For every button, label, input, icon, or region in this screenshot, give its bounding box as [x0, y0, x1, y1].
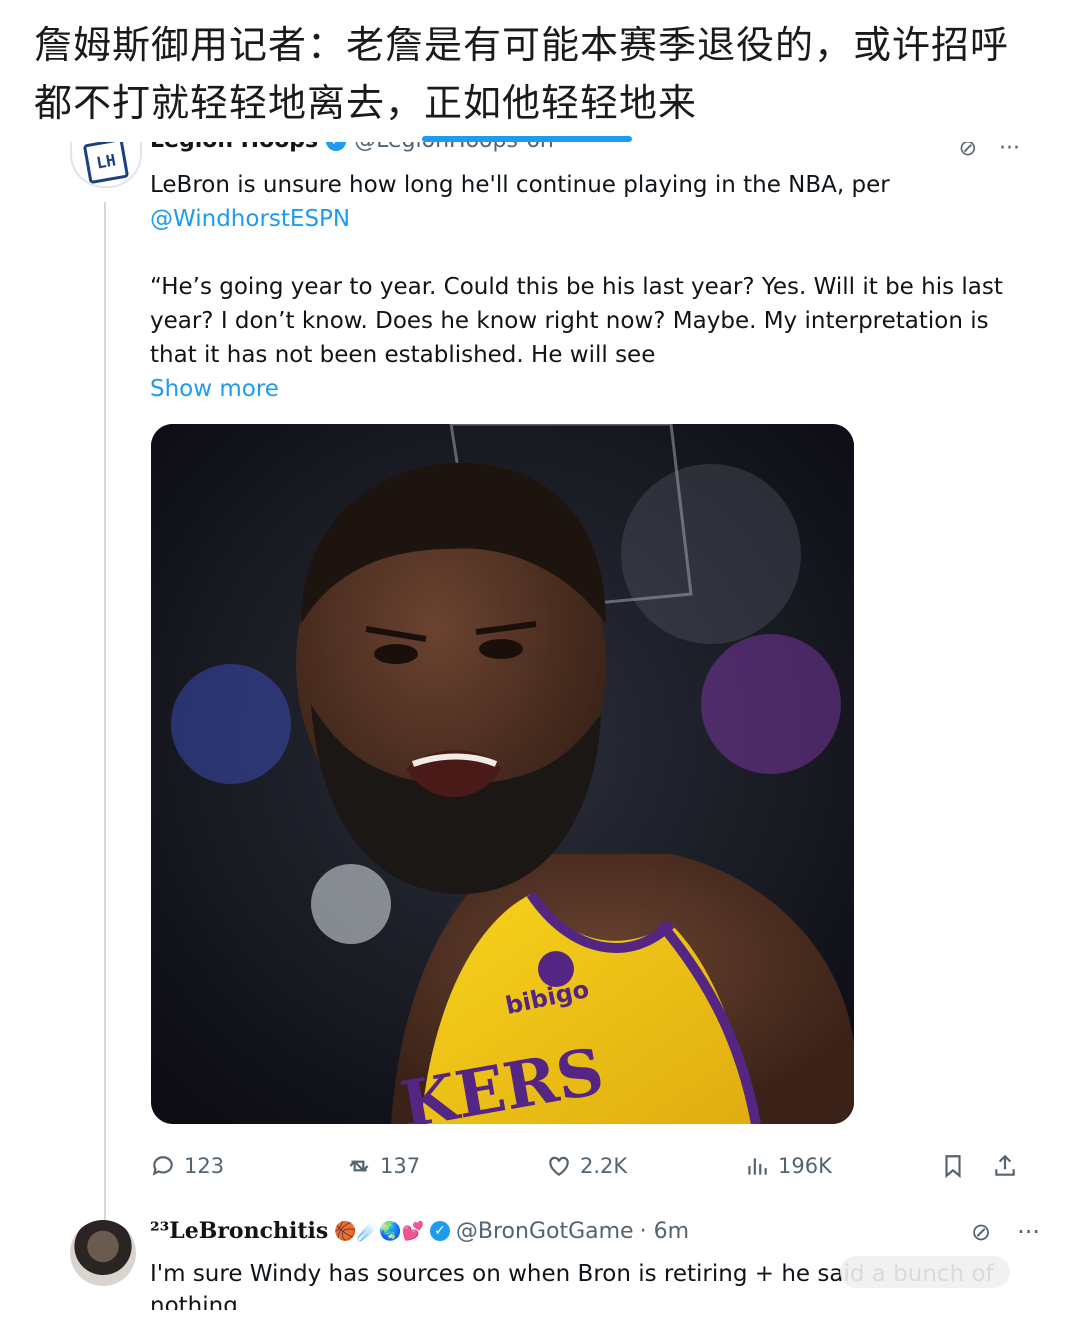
more-icon[interactable]: ··· — [1017, 1218, 1040, 1246]
lebron-photo: bibigo KERS — [151, 424, 854, 1124]
author-handle[interactable]: @LegionHoops — [354, 142, 518, 153]
watermark-blur — [840, 1256, 1010, 1288]
tweet-time: 6h — [526, 142, 554, 153]
post-title: 詹姆斯御用记者：老詹是有可能本赛季退役的，或许招呼都不打就轻轻地离去，正如他轻轻… — [34, 23, 1010, 125]
more-icon[interactable]: ··· — [999, 142, 1020, 161]
bookmark-icon — [945, 1155, 961, 1179]
share-button[interactable] — [992, 1153, 1018, 1179]
reply-verified-icon: ✓ — [429, 1221, 450, 1241]
bookmark-button[interactable] — [940, 1153, 966, 1179]
tweet-body: LeBron is unsure how long he'll continue… — [150, 168, 1010, 406]
tweet-photo[interactable]: bibigo KERS — [151, 424, 854, 1124]
retweet-icon — [349, 1160, 369, 1172]
reply-count: 123 — [184, 1154, 225, 1178]
show-more-link[interactable]: Show more — [150, 376, 279, 402]
views-button[interactable]: 196K — [744, 1153, 832, 1179]
tweet-screenshot: LH Legion Hoops ✓ @LegionHoops 6h ⊘ ··· … — [40, 142, 1050, 1310]
views-icon — [748, 1158, 767, 1175]
reply-name-emojis: 🏀☄️🌏💕 — [334, 1220, 424, 1242]
like-button[interactable]: 2.2K — [546, 1153, 627, 1179]
author-avatar[interactable]: LH — [70, 142, 142, 188]
reply-avatar[interactable] — [70, 1220, 136, 1286]
share-icon — [995, 1154, 1015, 1176]
tweet-text-line: LeBron is unsure how long he'll continue… — [150, 172, 890, 198]
legion-hoops-logo: LH — [82, 142, 130, 185]
mention-link[interactable]: @WindhorstESPN — [150, 206, 350, 232]
tweet-top-actions: ⊘ ··· — [959, 142, 1020, 161]
tweet-quote: “He’s going year to year. Could this be … — [150, 274, 1003, 368]
views-count: 196K — [778, 1154, 832, 1178]
reply-button[interactable]: 123 — [150, 1153, 224, 1179]
reply-top-actions: ⊘ ··· — [971, 1218, 1040, 1246]
comment-icon — [152, 1156, 173, 1176]
reply-author-name[interactable]: ²³LeBronchitis — [150, 1218, 328, 1244]
verified-badge-icon: ✓ — [326, 142, 347, 151]
like-count: 2.2K — [580, 1154, 628, 1178]
thread-line — [104, 202, 106, 1262]
grok-icon[interactable]: ⊘ — [971, 1218, 991, 1246]
tweet-header: Legion Hoops ✓ @LegionHoops 6h — [150, 142, 554, 153]
reply-time: · 6m — [639, 1218, 690, 1244]
grok-icon[interactable]: ⊘ — [959, 142, 977, 161]
retweet-count: 137 — [380, 1154, 421, 1178]
tweet-actions: 123 137 2.2K 196K — [150, 1146, 1020, 1186]
reply-header: ²³LeBronchitis 🏀☄️🌏💕 ✓ @BronGotGame · 6m — [150, 1218, 689, 1244]
heart-icon — [549, 1156, 569, 1176]
retweet-button[interactable]: 137 — [346, 1153, 420, 1179]
reply-handle[interactable]: @BronGotGame — [456, 1219, 634, 1244]
author-name[interactable]: Legion Hoops — [150, 142, 318, 153]
